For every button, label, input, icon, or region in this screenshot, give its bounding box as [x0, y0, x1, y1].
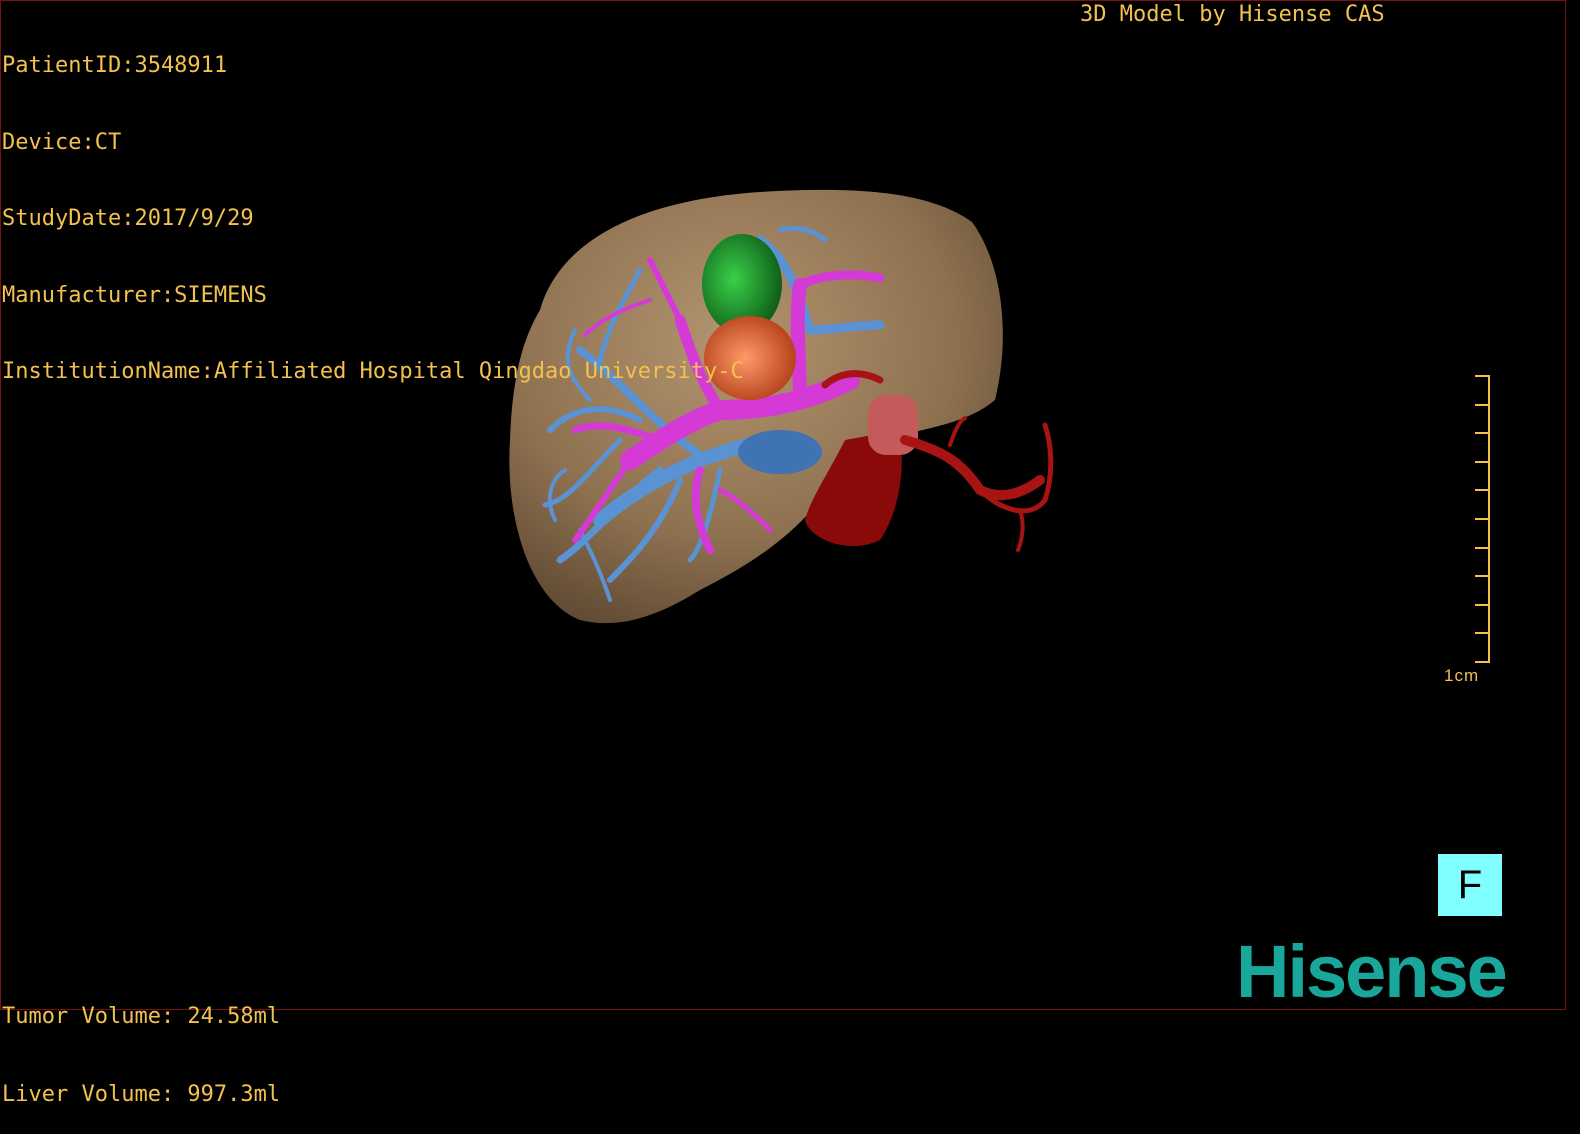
hepatic-vein-trunk	[738, 430, 822, 474]
model-credit-text: 3D Model by Hisense CAS	[1080, 2, 1385, 27]
study-info-panel: PatientID:3548911 Device:CT StudyDate:20…	[2, 2, 744, 410]
institution-text: InstitutionName:Affiliated Hospital Qing…	[2, 359, 744, 384]
tumor-volume-text: Tumor Volume: 24.58ml	[2, 1004, 281, 1029]
hisense-logo: Hisense	[1236, 930, 1508, 1013]
scale-ruler-label: 1cm	[1444, 666, 1480, 685]
device-text: Device:CT	[2, 129, 122, 155]
volume-readout: Tumor Volume: 24.58ml Liver Volume: 997.…	[2, 952, 280, 1134]
scale-ruler	[1475, 375, 1490, 663]
patient-id-text: PatientID:3548911	[2, 53, 228, 78]
study-date-text: StudyDate:2017/9/29	[2, 206, 254, 231]
liver-volume-text: Liver Volume: 997.3ml	[2, 1082, 281, 1107]
manufacturer-text: Manufacturer:SIEMENS	[2, 282, 267, 308]
orientation-marker-button[interactable]: F	[1438, 854, 1502, 916]
